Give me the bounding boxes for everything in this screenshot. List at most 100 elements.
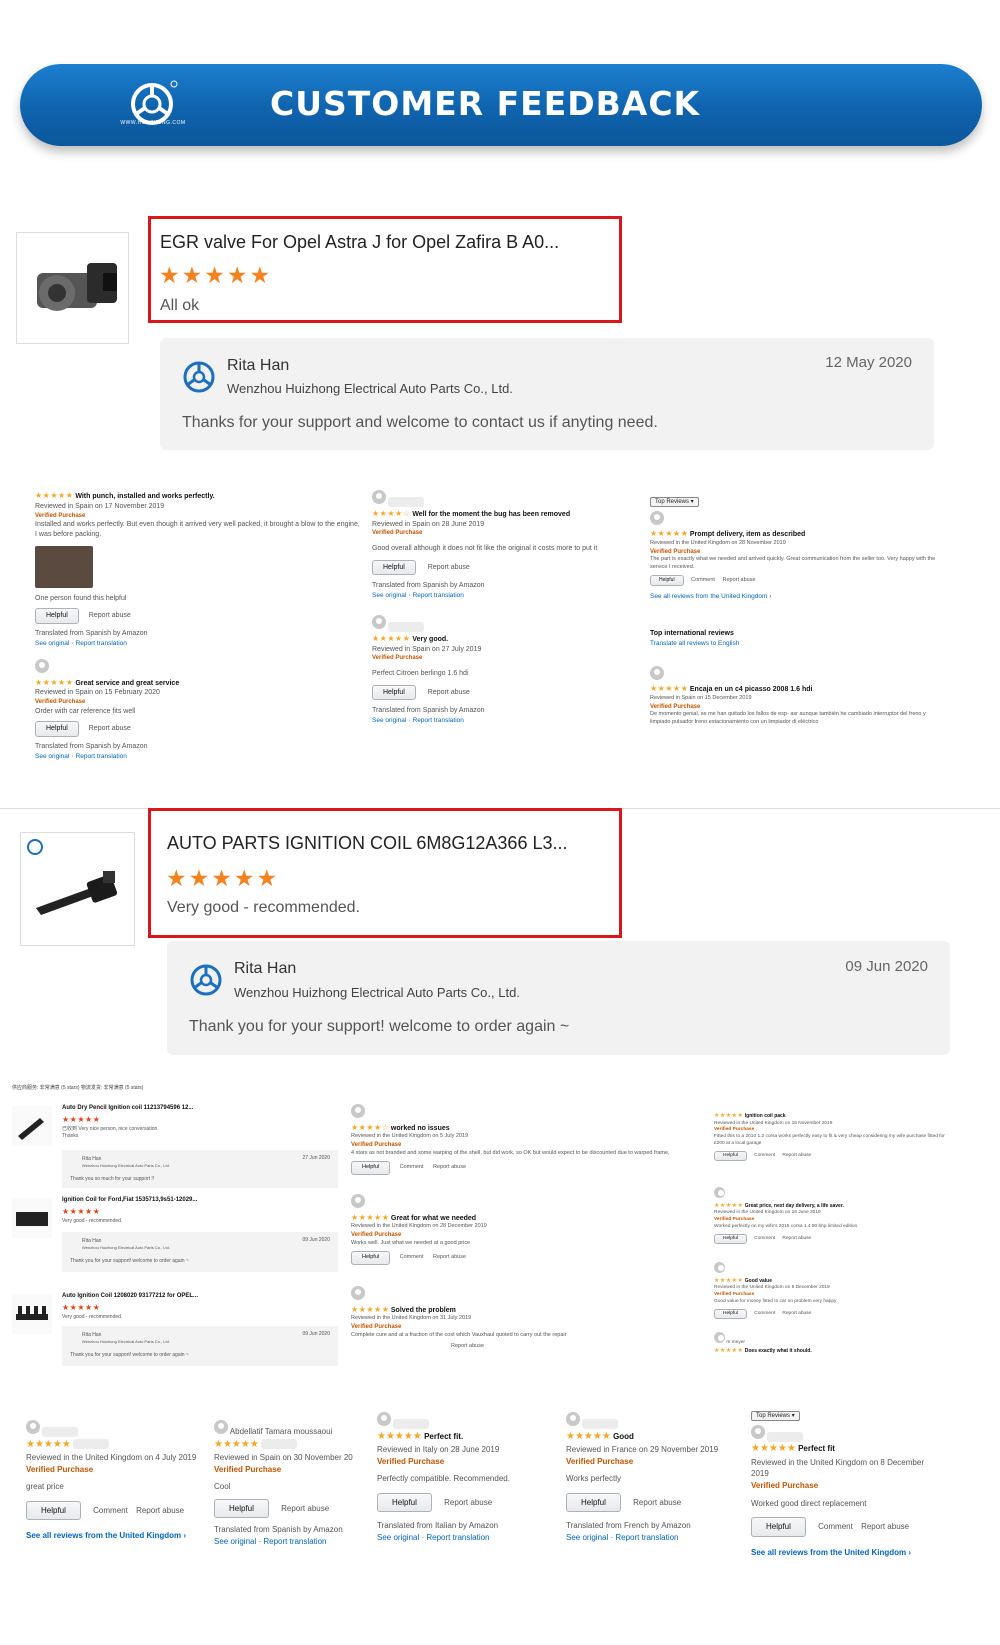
review-title[interactable]: Encaja en un c4 picasso 2008 1.6 hdi [690, 686, 813, 693]
helpful-button[interactable]: Helpful [650, 574, 684, 586]
review-photo[interactable] [35, 545, 93, 588]
report-translation-link[interactable]: Report translation [76, 640, 127, 647]
see-all-reviews-link[interactable]: See all reviews from the United Kingdom … [751, 1547, 941, 1559]
item-thumbnail[interactable] [12, 1294, 52, 1334]
helpful-button[interactable]: Helpful [714, 1233, 747, 1245]
report-abuse-link[interactable]: Report abuse [136, 1506, 184, 1515]
review-item: m meyer ★★★★★ Does exactly what it shoul… [714, 1332, 954, 1355]
comment-link[interactable]: Comment [400, 1164, 424, 1170]
review-title[interactable]: Very good. [412, 636, 448, 643]
review-title[interactable]: Good [613, 1432, 634, 1441]
review-title[interactable]: Great service and great service [75, 680, 179, 687]
product-title[interactable]: EGR valve For Opel Astra J for Opel Zafi… [160, 232, 559, 253]
report-abuse-link[interactable]: Report abuse [89, 725, 131, 732]
reviewer-name[interactable]: Abdellatif Tamara moussaoui [230, 1427, 333, 1436]
review-body: Fitted this to a 2010 1.2 corsa works pe… [714, 1134, 945, 1146]
product-title[interactable]: AUTO PARTS IGNITION COIL 6M8G12A366 L3..… [167, 833, 567, 854]
comment-link[interactable]: Comment [400, 1254, 424, 1260]
see-all-reviews-link[interactable]: See all reviews from the United Kingdom … [650, 592, 940, 601]
review-title[interactable]: With punch, installed and works perfectl… [75, 493, 214, 500]
review-meta: Reviewed in Spain on 30 November 20 [214, 1453, 353, 1463]
report-abuse-link[interactable]: Report abuse [782, 1311, 811, 1316]
comment-link[interactable]: Comment [754, 1311, 775, 1316]
item-title[interactable]: Auto Ignition Coil 1208020 93177212 for … [62, 1292, 198, 1300]
helpful-button[interactable]: Helpful [566, 1492, 621, 1513]
sort-dropdown[interactable]: Top Reviews ▾ [650, 497, 699, 507]
report-translation-link[interactable]: Report translation [413, 717, 464, 724]
helpful-button[interactable]: Helpful [351, 1251, 391, 1265]
report-abuse-link[interactable]: Report abuse [428, 689, 470, 696]
comment-link[interactable]: Comment [754, 1153, 775, 1158]
see-original-link[interactable]: See original [377, 1533, 419, 1542]
report-abuse-link[interactable]: Report abuse [633, 1498, 681, 1507]
report-abuse-link[interactable]: Report abuse [861, 1522, 909, 1531]
report-abuse-link[interactable]: Report abuse [281, 1504, 329, 1513]
helpful-button[interactable]: Helpful [35, 721, 79, 738]
comment-link[interactable]: Comment [93, 1506, 128, 1515]
item-title[interactable]: Auto Dry Pencil Ignition coil 1121379459… [62, 1104, 193, 1112]
avatar-icon [351, 1104, 365, 1118]
comment-link[interactable]: Comment [691, 577, 715, 583]
review-title[interactable]: Perfect fit. [424, 1432, 463, 1441]
reply-date: 27 Jun 2020 [302, 1155, 330, 1161]
reviewer-name[interactable]: m meyer [726, 1340, 745, 1345]
avatar-icon [35, 658, 49, 673]
review-column-right: ★★★★★ Ignition coil pack Reviewed in the… [714, 1112, 954, 1355]
rating-stars: ★★★★★ [62, 1207, 101, 1216]
review-title[interactable]: Ignition coil pack [745, 1113, 786, 1119]
helpful-button[interactable]: Helpful [35, 608, 79, 625]
see-original-link[interactable]: See original [35, 640, 69, 647]
report-abuse-link[interactable]: Report abuse [428, 564, 470, 571]
report-abuse-link[interactable]: Report abuse [444, 1498, 492, 1507]
comment-link[interactable]: Comment [754, 1236, 775, 1241]
see-original-link[interactable]: See original [372, 717, 406, 724]
report-translation-link[interactable]: Report translation [76, 753, 127, 760]
review-title[interactable]: Great price, next day delivery, a life s… [745, 1203, 844, 1209]
review-item: ★★★★★ Ignition coil pack Reviewed in the… [714, 1112, 954, 1187]
report-abuse-link[interactable]: Report abuse [89, 612, 131, 619]
review-title[interactable]: Does exactly what it should. [745, 1348, 812, 1354]
review-body: Worked perfectly on my wife's 2015 corsa… [714, 1223, 859, 1229]
helpful-button[interactable]: Helpful [351, 1161, 391, 1175]
report-translation-link[interactable]: Report translation [263, 1537, 326, 1546]
see-original-link[interactable]: See original [214, 1537, 256, 1546]
item-thumbnail[interactable] [12, 1198, 52, 1238]
translate-all-link[interactable]: Translate all reviews to English [650, 639, 940, 648]
report-abuse-link[interactable]: Report abuse [722, 577, 755, 583]
see-original-link[interactable]: See original [35, 753, 69, 760]
ignition-coil-image [27, 839, 118, 915]
see-original-link[interactable]: See original [566, 1533, 608, 1542]
review-title[interactable]: Prompt delivery, item as described [690, 531, 805, 538]
report-abuse-link[interactable]: Report abuse [782, 1153, 811, 1158]
see-all-reviews-link[interactable]: See all reviews from the United Kingdom … [26, 1530, 206, 1542]
review-title[interactable]: Perfect fit [798, 1444, 835, 1453]
helpful-button[interactable]: Helpful [26, 1500, 81, 1521]
helpful-button[interactable]: Helpful [372, 559, 416, 576]
helpful-button[interactable]: Helpful [714, 1308, 747, 1320]
verified-badge: Verified Purchase [26, 1464, 94, 1474]
report-abuse-link[interactable]: Report abuse [433, 1164, 466, 1170]
helpful-button[interactable]: Helpful [372, 684, 416, 701]
review-title[interactable]: Solved the problem [391, 1307, 456, 1314]
see-original-link[interactable]: See original [372, 592, 406, 599]
review-title[interactable]: Well for the moment the bug has been rem… [412, 511, 570, 518]
report-abuse-link[interactable]: Report abuse [782, 1236, 811, 1241]
review-title[interactable]: Great for what we needed [391, 1215, 476, 1222]
report-abuse-link[interactable]: Report abuse [451, 1343, 691, 1351]
comment-link[interactable]: Comment [818, 1522, 853, 1531]
sort-dropdown[interactable]: Top Reviews ▾ [751, 1411, 800, 1421]
item-thumbnail[interactable] [12, 1106, 52, 1146]
helpful-button[interactable]: Helpful [377, 1492, 432, 1513]
report-translation-link[interactable]: Report translation [615, 1533, 678, 1542]
review-title[interactable]: worked no issues [391, 1125, 450, 1132]
report-translation-link[interactable]: Report translation [426, 1533, 489, 1542]
product-thumbnail-ignition-coil[interactable] [20, 832, 135, 946]
helpful-button[interactable]: Helpful [714, 1150, 747, 1162]
report-translation-link[interactable]: Report translation [413, 592, 464, 599]
helpful-button[interactable]: Helpful [751, 1517, 806, 1537]
report-abuse-link[interactable]: Report abuse [433, 1254, 466, 1260]
helpful-button[interactable]: Helpful [214, 1498, 269, 1519]
item-title[interactable]: Ignition Coil for Ford,Fiat 1535713,9s51… [62, 1196, 197, 1204]
review-title[interactable]: Good value [745, 1278, 772, 1284]
product-thumbnail-egr-valve[interactable] [16, 232, 129, 344]
